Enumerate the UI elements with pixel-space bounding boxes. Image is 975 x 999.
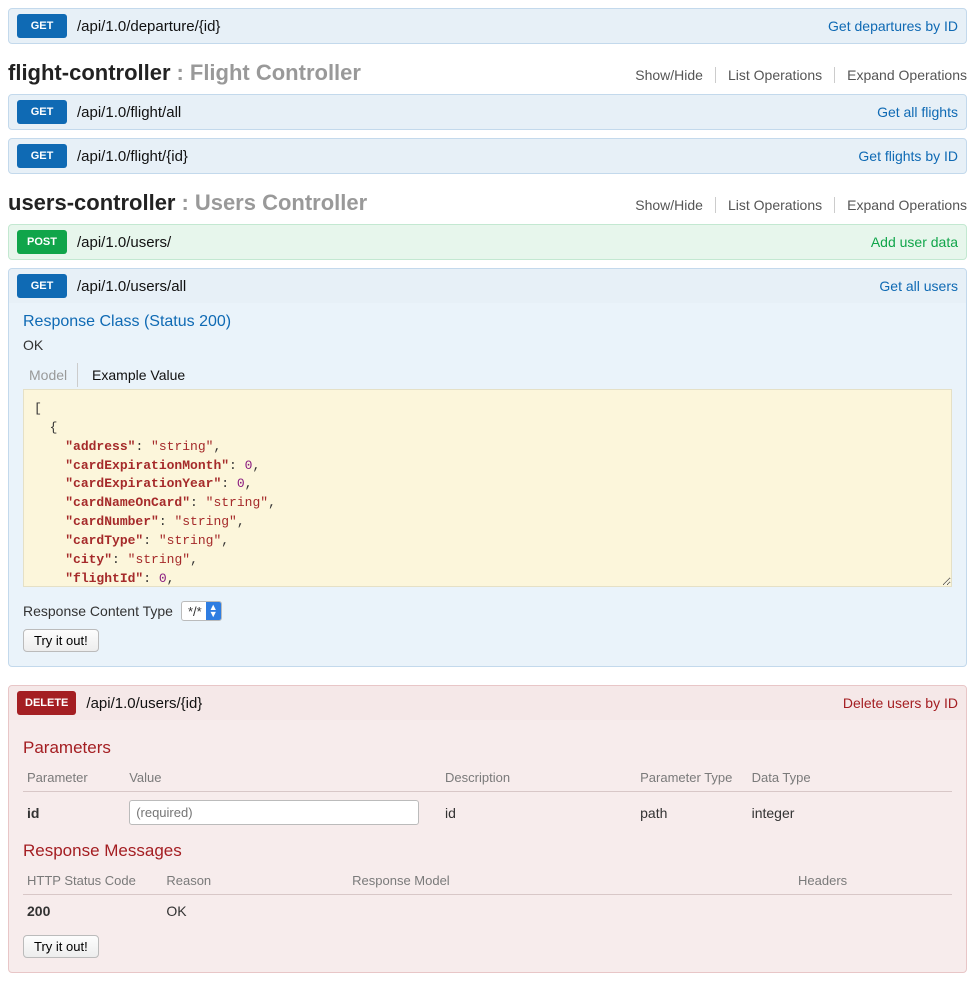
- response-class-title: Response Class (Status 200): [23, 313, 952, 331]
- controller-desc: Users Controller: [195, 190, 367, 216]
- method-badge: GET: [17, 14, 67, 38]
- endpoint-path[interactable]: /api/1.0/users/all: [77, 278, 186, 295]
- tab-model[interactable]: Model: [23, 363, 78, 387]
- param-description: id: [441, 792, 636, 834]
- try-it-out-button[interactable]: Try it out!: [23, 935, 99, 958]
- controller-header-flight: flight-controller : Flight Controller Sh…: [8, 60, 967, 86]
- response-tabs: Model Example Value: [23, 363, 952, 387]
- operation-flight-by-id[interactable]: GET /api/1.0/flight/{id} Get flights by …: [8, 138, 967, 174]
- param-type: path: [636, 792, 747, 834]
- controller-ops: Show/Hide List Operations Expand Operati…: [623, 67, 967, 83]
- parameters-title: Parameters: [23, 738, 952, 758]
- response-messages-table: HTTP Status Code Reason Response Model H…: [23, 867, 952, 927]
- controller-header-users: users-controller : Users Controller Show…: [8, 190, 967, 216]
- endpoint-desc[interactable]: Get departures by ID: [828, 18, 958, 34]
- colon: :: [177, 60, 184, 86]
- operation-users-all-expanded: GET /api/1.0/users/all Get all users Res…: [8, 268, 967, 667]
- endpoint-desc[interactable]: Add user data: [871, 234, 958, 250]
- param-value-input[interactable]: [129, 800, 419, 825]
- method-badge: GET: [17, 144, 67, 168]
- controller-ops: Show/Hide List Operations Expand Operati…: [623, 197, 967, 213]
- th-parameter: Parameter: [23, 764, 125, 792]
- table-row: 200 OK: [23, 895, 952, 928]
- method-badge: GET: [17, 100, 67, 124]
- expand-operations-link[interactable]: Expand Operations: [835, 67, 967, 83]
- colon: :: [182, 190, 189, 216]
- parameters-table: Parameter Value Description Parameter Ty…: [23, 764, 952, 833]
- th-data-type: Data Type: [748, 764, 952, 792]
- endpoint-desc[interactable]: Get all users: [879, 278, 958, 294]
- endpoint-path[interactable]: /api/1.0/users/{id}: [86, 695, 202, 712]
- response-content-type-label: Response Content Type: [23, 603, 173, 619]
- operation-users-delete-expanded: DELETE /api/1.0/users/{id} Delete users …: [8, 685, 967, 973]
- th-response-model: Response Model: [348, 867, 794, 895]
- th-value: Value: [125, 764, 441, 792]
- example-json-block[interactable]: [ { "address": "string", "cardExpiration…: [23, 389, 952, 587]
- endpoint-path[interactable]: /api/1.0/flight/{id}: [77, 148, 188, 165]
- operation-users-add[interactable]: POST /api/1.0/users/ Add user data: [8, 224, 967, 260]
- list-operations-link[interactable]: List Operations: [716, 197, 835, 213]
- chevron-updown-icon: ▲▼: [206, 602, 221, 620]
- operation-flight-all[interactable]: GET /api/1.0/flight/all Get all flights: [8, 94, 967, 130]
- response-messages-title: Response Messages: [23, 841, 952, 861]
- table-row: id id path integer: [23, 792, 952, 834]
- param-data-type: integer: [748, 792, 952, 834]
- th-reason: Reason: [162, 867, 348, 895]
- controller-name[interactable]: flight-controller: [8, 60, 171, 86]
- operation-users-all-header[interactable]: GET /api/1.0/users/all Get all users: [9, 269, 966, 303]
- endpoint-path[interactable]: /api/1.0/flight/all: [77, 104, 181, 121]
- show-hide-link[interactable]: Show/Hide: [623, 197, 716, 213]
- try-it-out-button[interactable]: Try it out!: [23, 629, 99, 652]
- resp-code: 200: [23, 895, 162, 928]
- th-status-code: HTTP Status Code: [23, 867, 162, 895]
- endpoint-desc[interactable]: Get all flights: [877, 104, 958, 120]
- response-ok: OK: [23, 337, 952, 353]
- operation-users-delete-header[interactable]: DELETE /api/1.0/users/{id} Delete users …: [9, 686, 966, 720]
- method-badge: DELETE: [17, 691, 76, 715]
- method-badge: POST: [17, 230, 67, 254]
- th-headers: Headers: [794, 867, 952, 895]
- endpoint-desc[interactable]: Delete users by ID: [843, 695, 958, 711]
- show-hide-link[interactable]: Show/Hide: [623, 67, 716, 83]
- expand-operations-link[interactable]: Expand Operations: [835, 197, 967, 213]
- param-name: id: [23, 792, 125, 834]
- resp-reason: OK: [162, 895, 348, 928]
- list-operations-link[interactable]: List Operations: [716, 67, 835, 83]
- th-param-type: Parameter Type: [636, 764, 747, 792]
- select-value: */*: [182, 603, 206, 620]
- response-content-type-select[interactable]: */* ▲▼: [181, 601, 222, 621]
- controller-name[interactable]: users-controller: [8, 190, 176, 216]
- endpoint-desc[interactable]: Get flights by ID: [858, 148, 958, 164]
- endpoint-path[interactable]: /api/1.0/users/: [77, 234, 171, 251]
- operation-departure-get-by-id[interactable]: GET /api/1.0/departure/{id} Get departur…: [8, 8, 967, 44]
- method-badge: GET: [17, 274, 67, 298]
- controller-desc: Flight Controller: [190, 60, 361, 86]
- tab-example-value[interactable]: Example Value: [86, 363, 191, 387]
- th-description: Description: [441, 764, 636, 792]
- endpoint-path[interactable]: /api/1.0/departure/{id}: [77, 18, 220, 35]
